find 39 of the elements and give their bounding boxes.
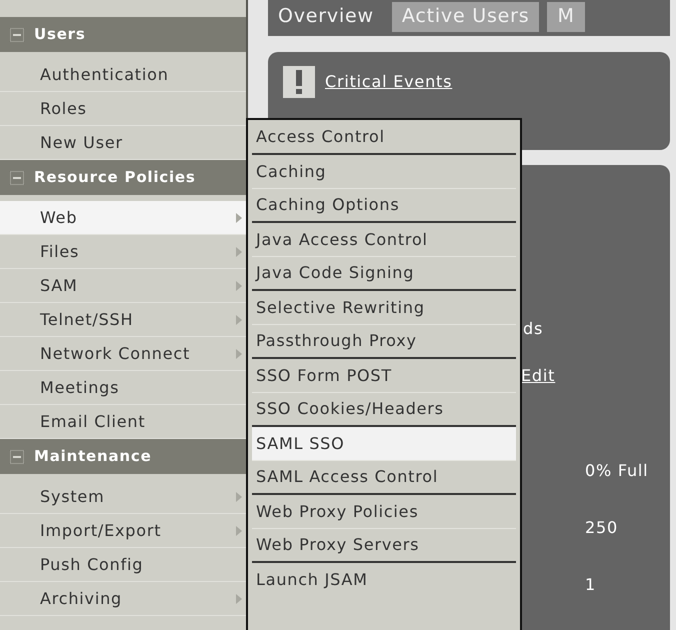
sidebar-item[interactable]: Web bbox=[0, 201, 246, 235]
arrow-icon bbox=[236, 348, 242, 358]
arrow-icon bbox=[236, 594, 242, 604]
submenu-item[interactable]: Access Control bbox=[252, 120, 516, 153]
submenu-item[interactable]: Launch JSAM bbox=[252, 563, 516, 596]
collapse-icon[interactable] bbox=[10, 450, 24, 464]
arrow-icon bbox=[236, 314, 242, 324]
section-title: Users bbox=[34, 24, 86, 46]
submenu-item[interactable]: Java Access Control bbox=[252, 223, 516, 256]
arrow-icon bbox=[236, 492, 242, 502]
arrow-icon bbox=[236, 212, 242, 222]
submenu-item[interactable]: Caching bbox=[252, 155, 516, 188]
submenu-item[interactable]: SAML SSO bbox=[252, 427, 516, 460]
collapse-icon[interactable] bbox=[10, 170, 24, 184]
panel-text: 0% Full bbox=[585, 461, 648, 480]
critical-events-link[interactable]: Critical Events bbox=[325, 70, 452, 94]
submenu-item[interactable]: SAML Access Control bbox=[252, 460, 516, 493]
arrow-icon bbox=[236, 280, 242, 290]
submenu-item[interactable]: Java Code Signing bbox=[252, 256, 516, 289]
collapse-icon[interactable] bbox=[10, 28, 24, 42]
section-title: Maintenance bbox=[34, 446, 152, 468]
alert-icon bbox=[283, 66, 315, 98]
submenu-item[interactable]: Web Proxy Servers bbox=[252, 528, 516, 561]
arrow-icon bbox=[236, 246, 242, 256]
submenu-item[interactable]: Web Proxy Policies bbox=[252, 495, 516, 528]
edit-link[interactable]: Edit bbox=[521, 366, 556, 385]
panel-text: ds bbox=[523, 319, 544, 338]
section-header[interactable]: Maintenance bbox=[0, 439, 246, 474]
submenu-item[interactable]: Caching Options bbox=[252, 188, 516, 221]
panel-text: 1 bbox=[585, 575, 596, 594]
arrow-icon bbox=[236, 526, 242, 536]
submenu-item[interactable]: SSO Cookies/Headers bbox=[252, 392, 516, 425]
section-header[interactable]: Resource Policies bbox=[0, 160, 246, 195]
section-header[interactable]: Users bbox=[0, 17, 246, 52]
submenu-item[interactable]: SSO Form POST bbox=[252, 359, 516, 392]
section-title: Resource Policies bbox=[34, 167, 196, 188]
submenu-item[interactable]: Selective Rewriting bbox=[252, 291, 516, 324]
submenu-item[interactable]: Passthrough Proxy bbox=[252, 324, 516, 357]
panel-text: 250 bbox=[585, 518, 618, 537]
